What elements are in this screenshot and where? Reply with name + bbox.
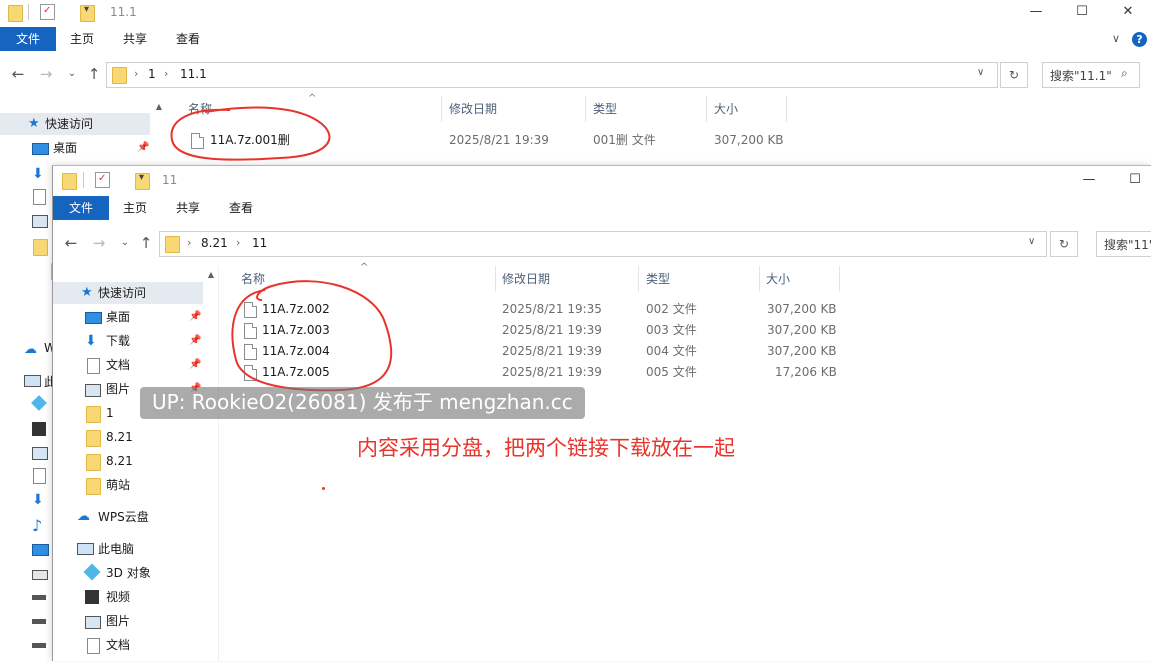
annotation-dot — [322, 487, 325, 490]
annotation-circles — [170, 106, 393, 392]
watermark-banner: UP: RookieO2(26081) 发布于 mengzhan.cc — [140, 387, 585, 419]
red-circle-front-files — [231, 280, 393, 392]
red-circle-back-file — [170, 106, 331, 161]
annotation-text: 内容采用分盘，把两个链接下载放在一起 — [357, 436, 735, 460]
